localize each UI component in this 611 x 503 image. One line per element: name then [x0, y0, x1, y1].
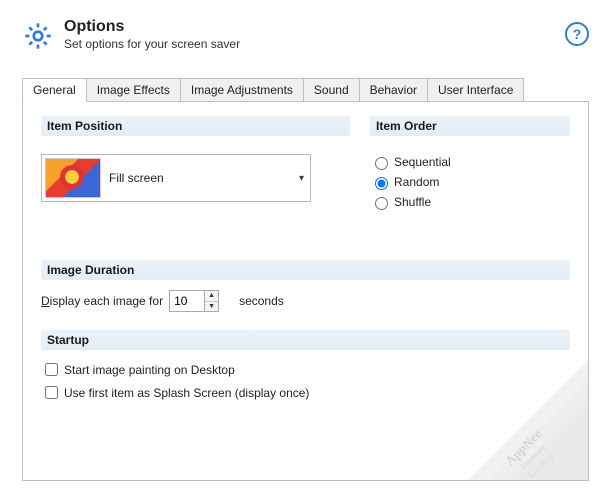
item-order-radios: Sequential Random Shuffle — [370, 154, 570, 210]
tab-user-interface[interactable]: User Interface — [427, 78, 524, 102]
section-startup: Startup — [41, 330, 570, 350]
item-position-select[interactable]: Fill screen ▾ — [41, 154, 311, 202]
radio-sequential-label: Sequential — [394, 155, 451, 169]
tab-image-adjustments[interactable]: Image Adjustments — [180, 78, 304, 102]
tab-sound[interactable]: Sound — [303, 78, 360, 102]
section-image-duration: Image Duration — [41, 260, 570, 280]
spinner-up-icon[interactable]: ▲ — [205, 291, 218, 302]
page-title: Options — [64, 18, 240, 36]
check-splash-screen-input[interactable] — [45, 386, 58, 399]
radio-shuffle-label: Shuffle — [394, 195, 431, 209]
check-start-painting-label: Start image painting on Desktop — [64, 363, 235, 377]
tab-panel-general: Item Position Fill screen ▾ Item Order S… — [22, 101, 589, 481]
duration-suffix: seconds — [239, 294, 284, 308]
gear-icon — [22, 20, 54, 52]
tab-bar: General Image Effects Image Adjustments … — [0, 78, 611, 102]
section-item-position: Item Position — [41, 116, 350, 136]
header: Options Set options for your screen save… — [0, 0, 611, 60]
check-splash-screen[interactable]: Use first item as Splash Screen (display… — [41, 383, 570, 402]
duration-input[interactable] — [170, 291, 204, 311]
radio-random[interactable]: Random — [370, 174, 570, 190]
tab-general[interactable]: General — [22, 78, 87, 102]
radio-random-label: Random — [394, 175, 439, 189]
svg-text:Group: Group — [524, 447, 558, 480]
section-item-order: Item Order — [370, 116, 570, 136]
help-button[interactable]: ? — [565, 22, 589, 46]
image-duration-field: Display each image for ▲ ▼ seconds — [41, 290, 570, 312]
check-splash-screen-label: Use first item as Splash Screen (display… — [64, 386, 309, 400]
item-position-value: Fill screen — [109, 171, 299, 185]
radio-shuffle[interactable]: Shuffle — [370, 194, 570, 210]
thumbnail-icon — [45, 158, 101, 198]
svg-text:Freeware: Freeware — [519, 443, 547, 471]
radio-random-input[interactable] — [375, 177, 388, 190]
svg-text:AppNee: AppNee — [502, 426, 544, 468]
page-subtitle: Set options for your screen saver — [64, 37, 240, 51]
duration-spinner[interactable]: ▲ ▼ — [169, 290, 219, 312]
check-start-painting[interactable]: Start image painting on Desktop — [41, 360, 570, 379]
check-start-painting-input[interactable] — [45, 363, 58, 376]
tab-image-effects[interactable]: Image Effects — [86, 78, 181, 102]
radio-shuffle-input[interactable] — [375, 197, 388, 210]
tab-behavior[interactable]: Behavior — [359, 78, 428, 102]
radio-sequential-input[interactable] — [375, 157, 388, 170]
chevron-down-icon: ▾ — [299, 173, 304, 184]
spinner-down-icon[interactable]: ▼ — [205, 302, 218, 312]
duration-label: Display each image for — [41, 294, 163, 308]
radio-sequential[interactable]: Sequential — [370, 154, 570, 170]
startup-checks: Start image painting on Desktop Use firs… — [41, 360, 570, 402]
header-text: Options Set options for your screen save… — [64, 18, 240, 51]
